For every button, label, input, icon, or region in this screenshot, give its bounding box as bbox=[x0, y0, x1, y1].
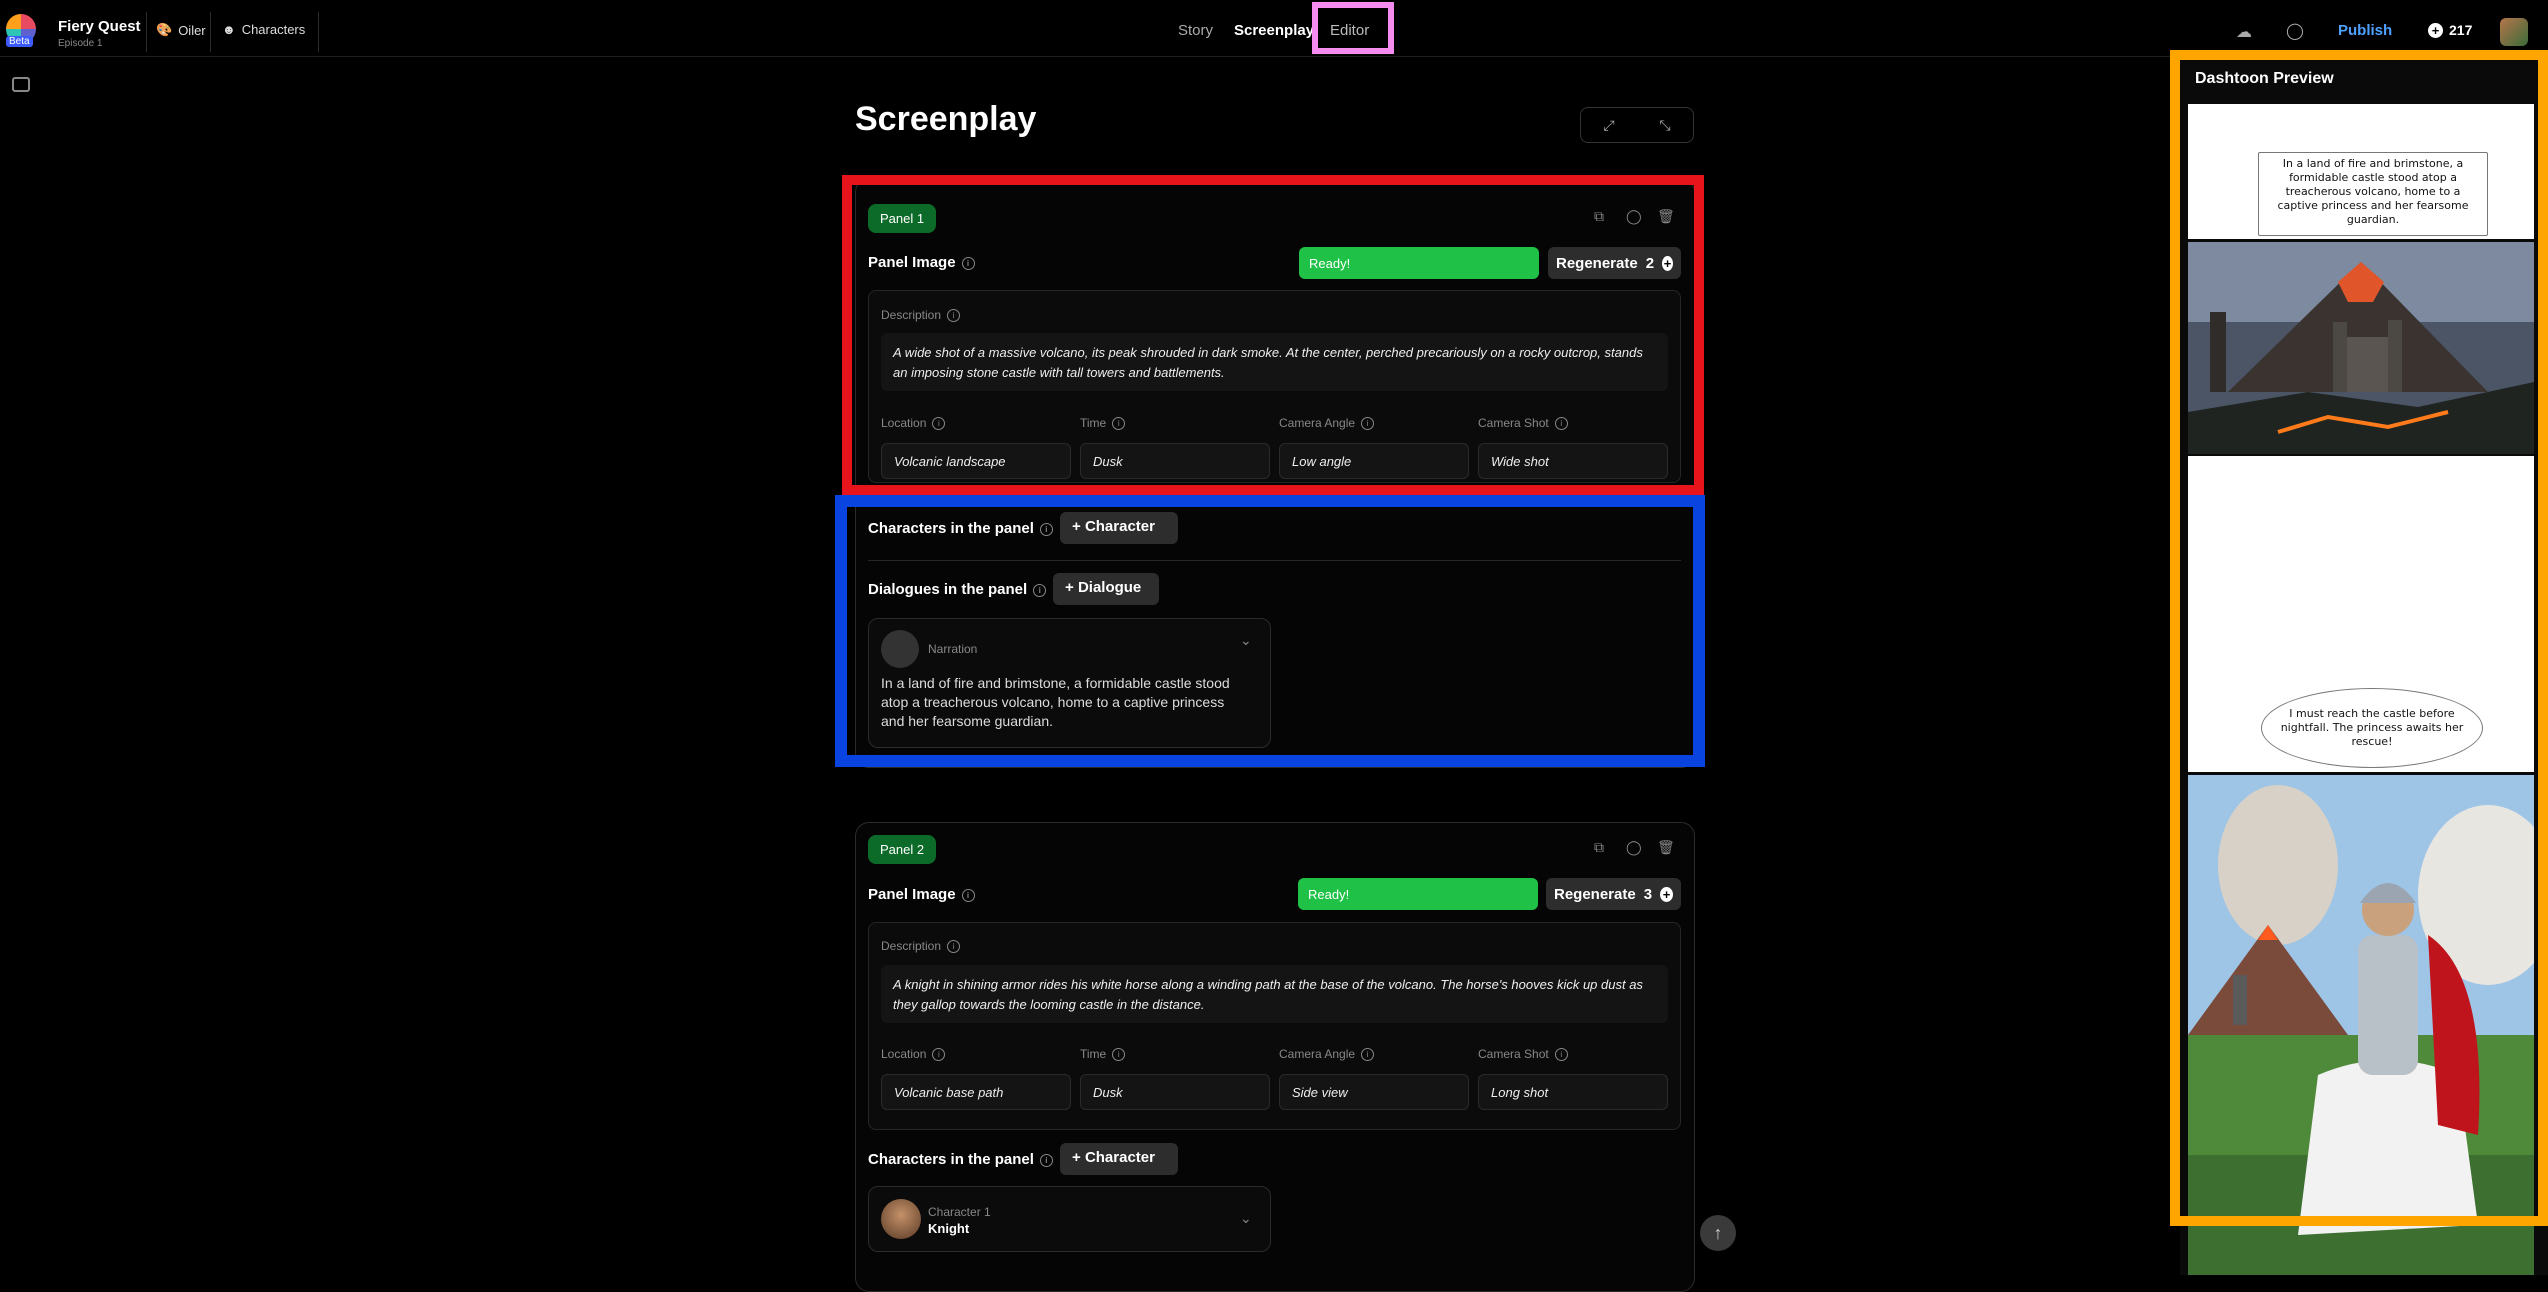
user-avatar[interactable] bbox=[2500, 18, 2528, 46]
characters-dialogues-highlight-box bbox=[835, 495, 1705, 767]
info-icon[interactable]: i bbox=[932, 1048, 946, 1062]
characters-label: Characters bbox=[241, 22, 306, 37]
regenerate-label: Regenerate bbox=[1554, 885, 1636, 903]
panel-badge: Panel 2 bbox=[868, 835, 937, 864]
divider bbox=[210, 12, 211, 52]
episode-label: Episode 1 bbox=[58, 38, 103, 49]
comment-icon[interactable]: ◯ bbox=[2286, 21, 2304, 41]
info-icon[interactable]: i bbox=[947, 940, 961, 954]
add-credits-icon: + bbox=[2428, 22, 2443, 38]
tab-editor[interactable]: Editor bbox=[1330, 22, 1369, 39]
camera-shot-field[interactable]: Long shot bbox=[1478, 1074, 1668, 1110]
info-icon[interactable]: i bbox=[1112, 1048, 1126, 1062]
comment-icon[interactable]: ◯ bbox=[1626, 839, 1642, 856]
description-label: Description i bbox=[881, 939, 961, 954]
face-icon: ☻ bbox=[222, 22, 236, 37]
publish-button[interactable]: Publish bbox=[2338, 22, 2392, 39]
location-field[interactable]: Volcanic base path bbox=[881, 1074, 1071, 1110]
info-icon[interactable]: i bbox=[1039, 1153, 1053, 1167]
sidebar-toggle-icon[interactable] bbox=[12, 77, 30, 92]
scroll-to-top-button[interactable]: ↑ bbox=[1700, 1215, 1736, 1251]
palette-icon: 🎨 bbox=[156, 22, 173, 37]
character-role: Character 1 bbox=[928, 1205, 991, 1219]
description-input[interactable]: A knight in shining armor rides his whit… bbox=[881, 965, 1668, 1023]
trash-icon[interactable]: 🗑 bbox=[1657, 839, 1675, 856]
page-title: Screenplay bbox=[855, 100, 1037, 138]
character-card[interactable] bbox=[868, 1186, 1271, 1252]
panel-image-label: Panel Image i bbox=[868, 886, 975, 903]
duplicate-icon[interactable]: ⧉ bbox=[1594, 839, 1604, 856]
time-label: Time i bbox=[1080, 1047, 1126, 1062]
divider bbox=[146, 12, 147, 52]
characters-button[interactable]: ☻ Characters bbox=[222, 22, 305, 37]
project-title[interactable]: Fiery Quest bbox=[58, 18, 141, 35]
add-icon: + bbox=[1660, 886, 1673, 902]
tab-screenplay[interactable]: Screenplay bbox=[1234, 22, 1314, 39]
credits-counter[interactable]: + 217 bbox=[2428, 22, 2472, 38]
tab-story[interactable]: Story bbox=[1178, 22, 1213, 39]
knight-avatar bbox=[881, 1199, 921, 1239]
divider bbox=[318, 12, 319, 52]
beta-badge: Beta bbox=[6, 36, 33, 47]
workspace-button[interactable]: 🎨 Oiler bbox=[156, 22, 206, 38]
expand-icon[interactable]: ⤢ bbox=[1581, 108, 1637, 142]
credits-value: 217 bbox=[2449, 22, 2473, 38]
characters-label: Characters in the panel i bbox=[868, 1151, 1053, 1168]
collapse-icon[interactable]: ⤡ bbox=[1637, 108, 1693, 142]
add-character-label: Character bbox=[1084, 1149, 1155, 1166]
preview-highlight-box bbox=[2170, 50, 2548, 1226]
info-icon[interactable]: i bbox=[1554, 1048, 1568, 1062]
location-label: Location i bbox=[881, 1047, 946, 1062]
info-icon[interactable]: i bbox=[961, 888, 975, 902]
camera-angle-label: Camera Angle i bbox=[1279, 1047, 1375, 1062]
regenerate-button[interactable]: Regenerate 3 + bbox=[1546, 878, 1681, 910]
cloud-sync-icon[interactable]: ☁ bbox=[2236, 22, 2252, 42]
description-highlight-box bbox=[842, 175, 1704, 495]
chevron-down-icon[interactable]: ⌄ bbox=[1240, 1210, 1252, 1227]
time-field[interactable]: Dusk bbox=[1080, 1074, 1270, 1110]
camera-shot-label: Camera Shot i bbox=[1478, 1047, 1568, 1062]
image-status-bar: Ready! bbox=[1298, 878, 1538, 910]
add-character-button[interactable]: + Character bbox=[1060, 1143, 1178, 1175]
info-icon[interactable]: i bbox=[1361, 1048, 1375, 1062]
camera-angle-field[interactable]: Side view bbox=[1279, 1074, 1469, 1110]
character-name: Knight bbox=[928, 1221, 970, 1236]
workspace-label: Oiler bbox=[178, 22, 206, 38]
view-toggle-group: ⤢ ⤡ bbox=[1580, 107, 1694, 143]
regenerate-count: 3 bbox=[1643, 885, 1653, 903]
